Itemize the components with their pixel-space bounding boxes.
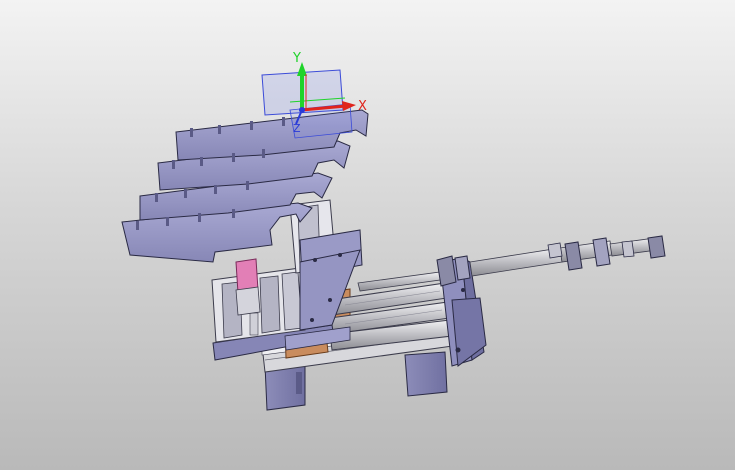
graphics-viewport[interactable]: Y X Z <box>0 0 735 470</box>
piston-rod-assembly[interactable] <box>311 235 666 301</box>
nut-1[interactable] <box>436 255 457 287</box>
nut-5[interactable] <box>647 235 666 259</box>
base-leg-right[interactable] <box>404 351 448 397</box>
cad-model-scene[interactable]: Y X Z <box>0 0 735 470</box>
left-slider-block[interactable] <box>211 258 306 343</box>
base-leg-left-slot <box>296 372 302 394</box>
nut-2[interactable] <box>454 255 471 281</box>
triad-origin <box>299 107 305 113</box>
y-axis-label: Y <box>292 51 301 66</box>
x-axis-label: X <box>358 99 367 114</box>
cylinder-tube[interactable] <box>469 247 563 277</box>
z-axis-label: Z <box>293 122 301 135</box>
